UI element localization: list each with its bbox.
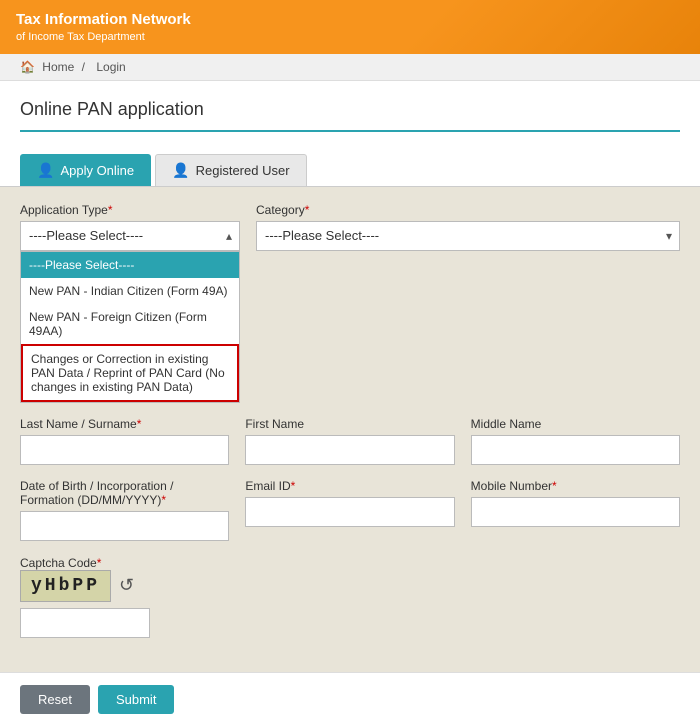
email-input[interactable] [245, 497, 454, 527]
last-name-label: Last Name / Surname* [20, 417, 229, 431]
email-label: Email ID* [245, 479, 454, 493]
tab-registered-user-label: Registered User [196, 163, 290, 178]
page-title: Online PAN application [20, 99, 680, 132]
tab-apply-online-label: Apply Online [60, 163, 134, 178]
captcha-display-row: yHbPP ↺ [20, 570, 680, 602]
header-title-sub: of Income Tax Department [16, 30, 191, 44]
header-title-main: Tax Information Network [16, 10, 191, 30]
category-select-wrapper[interactable]: ----Please Select---- [256, 221, 680, 251]
dropdown-item-changes-correction[interactable]: Changes or Correction in existing PAN Da… [21, 344, 239, 402]
breadcrumb-home[interactable]: Home [42, 60, 74, 74]
footer-buttons: Reset Submit [0, 672, 700, 726]
app-type-category-row: Application Type* ----Please Select---- … [20, 203, 680, 403]
header-logo: Tax Information Network of Income Tax De… [16, 10, 191, 44]
middle-name-group: Middle Name [471, 417, 680, 465]
dob-group: Date of Birth / Incorporation / Formatio… [20, 479, 229, 541]
application-type-group: Application Type* ----Please Select---- … [20, 203, 240, 403]
dropdown-item-please-select[interactable]: ----Please Select---- [21, 252, 239, 278]
refresh-icon[interactable]: ↺ [119, 575, 134, 596]
category-group: Category* ----Please Select---- [256, 203, 680, 403]
mobile-label: Mobile Number* [471, 479, 680, 493]
application-type-selected-value: ----Please Select---- [29, 228, 143, 243]
application-type-label: Application Type* [20, 203, 240, 217]
mobile-input[interactable] [471, 497, 680, 527]
application-type-select-wrapper[interactable]: ----Please Select---- [20, 221, 240, 251]
user-add-icon: 👤 [37, 162, 54, 179]
header: Tax Information Network of Income Tax De… [0, 0, 700, 54]
dob-input[interactable] [20, 511, 229, 541]
application-type-select[interactable]: ----Please Select---- [20, 221, 240, 251]
dob-label: Date of Birth / Incorporation / Formatio… [20, 479, 229, 507]
name-row: Last Name / Surname* First Name Middle N… [20, 417, 680, 465]
captcha-area: Captcha Code* yHbPP ↺ [20, 555, 680, 638]
category-label: Category* [256, 203, 680, 217]
breadcrumb-current: Login [96, 60, 125, 74]
user-icon: 👤 [172, 162, 189, 179]
tab-apply-online[interactable]: 👤 Apply Online [20, 154, 151, 186]
breadcrumb: 🏠 Home / Login [0, 54, 700, 81]
page-title-area: Online PAN application [0, 81, 700, 142]
category-select[interactable]: ----Please Select---- [256, 221, 680, 251]
dob-email-mobile-row: Date of Birth / Incorporation / Formatio… [20, 479, 680, 541]
home-icon: 🏠 [20, 60, 35, 74]
breadcrumb-separator: / [82, 60, 85, 74]
captcha-input[interactable] [20, 608, 150, 638]
dropdown-item-new-pan-foreign[interactable]: New PAN - Foreign Citizen (Form 49AA) [21, 304, 239, 344]
middle-name-input[interactable] [471, 435, 680, 465]
tab-registered-user[interactable]: 👤 Registered User [155, 154, 306, 186]
first-name-label: First Name [245, 417, 454, 431]
submit-button[interactable]: Submit [98, 685, 174, 714]
first-name-input[interactable] [245, 435, 454, 465]
last-name-input[interactable] [20, 435, 229, 465]
tabs-bar: 👤 Apply Online 👤 Registered User [0, 142, 700, 187]
last-name-group: Last Name / Surname* [20, 417, 229, 465]
email-group: Email ID* [245, 479, 454, 541]
captcha-image: yHbPP [20, 570, 111, 602]
application-type-dropdown: ----Please Select---- New PAN - Indian C… [20, 251, 240, 403]
first-name-group: First Name [245, 417, 454, 465]
dropdown-item-new-pan-indian[interactable]: New PAN - Indian Citizen (Form 49A) [21, 278, 239, 304]
middle-name-label: Middle Name [471, 417, 680, 431]
captcha-label: Captcha Code* [20, 556, 101, 570]
form-area: Application Type* ----Please Select---- … [0, 187, 700, 672]
mobile-group: Mobile Number* [471, 479, 680, 541]
reset-button[interactable]: Reset [20, 685, 90, 714]
